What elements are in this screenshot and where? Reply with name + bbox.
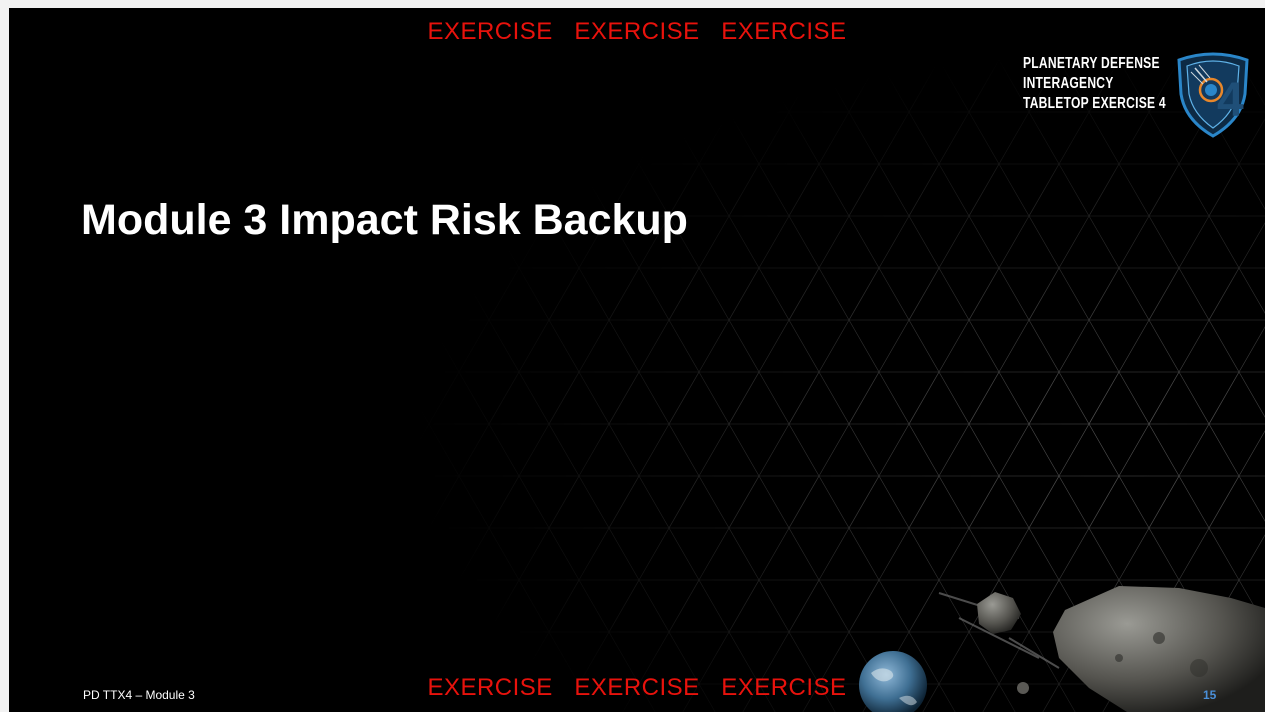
logo-line: INTERAGENCY [1023, 75, 1114, 92]
page-number: 15 [1203, 688, 1217, 702]
exercise-banner-top: EXERCISE EXERCISE EXERCISE [427, 18, 847, 45]
logo-line: TABLETOP EXERCISE 4 [1023, 95, 1166, 112]
slide: EXERCISE EXERCISE EXERCISE PLANETARY DEF… [9, 8, 1265, 712]
slide-frame: EXERCISE EXERCISE EXERCISE PLANETARY DEF… [0, 0, 1265, 712]
svg-text:4: 4 [1217, 74, 1244, 127]
slide-title: Module 3 Impact Risk Backup [81, 196, 688, 244]
planetary-defense-shield-icon: 4 [1177, 52, 1249, 138]
logo-wordmark: PLANETARY DEFENSE INTERAGENCY TABLETOP E… [1023, 54, 1166, 114]
logo-line: PLANETARY DEFENSE [1023, 55, 1160, 72]
asteroid-icon [977, 592, 1021, 634]
exercise-banner-bottom: EXERCISE EXERCISE EXERCISE [427, 674, 847, 701]
